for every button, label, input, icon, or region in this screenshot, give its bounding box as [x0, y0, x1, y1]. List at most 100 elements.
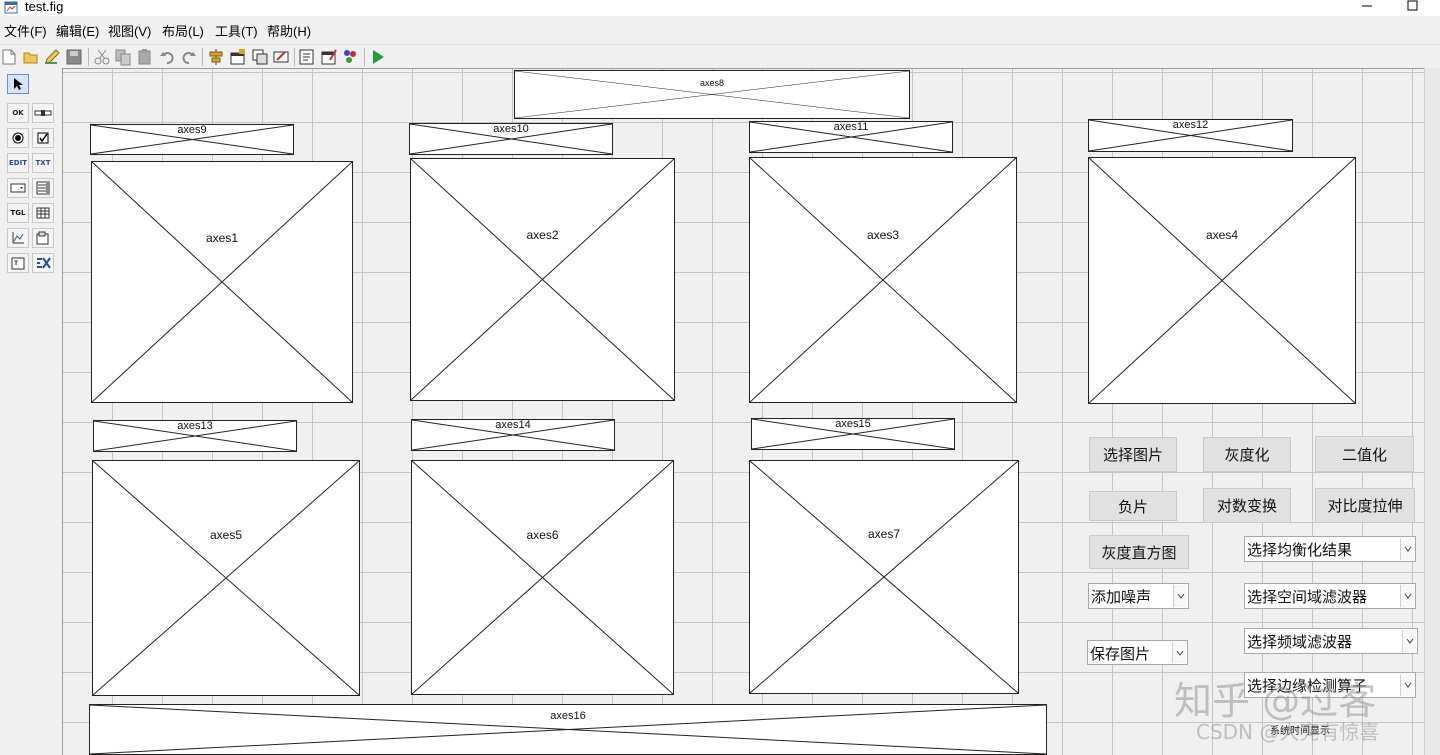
axes-icon: [12, 232, 24, 244]
equalize-result-popup[interactable]: 选择均衡化结果: [1244, 536, 1416, 562]
axes6[interactable]: axes6: [411, 460, 674, 695]
axes5[interactable]: axes5: [92, 460, 360, 696]
axes2[interactable]: axes2: [410, 158, 675, 401]
figure-file-icon: [4, 1, 18, 14]
maximize-icon[interactable]: [1402, 0, 1424, 14]
menu-file[interactable]: 文件(F): [4, 24, 47, 40]
popup-menu-icon: [10, 183, 26, 193]
static-text-tool[interactable]: TXT: [32, 153, 54, 173]
axes7[interactable]: axes7: [749, 460, 1019, 694]
axes-placeholder-cross: [750, 461, 1018, 693]
axes-placeholder-cross: [1089, 158, 1355, 403]
button-group-tool[interactable]: T: [7, 253, 29, 273]
spatial-filter-popup[interactable]: 选择空间域滤波器: [1244, 583, 1416, 609]
listbox-tool[interactable]: [32, 178, 54, 198]
axes14[interactable]: axes14: [411, 419, 615, 451]
vertical-scrollbar[interactable]: [1424, 68, 1440, 755]
table-tool[interactable]: [32, 203, 54, 223]
axes-tool[interactable]: [7, 228, 29, 248]
menu-layout[interactable]: 布局(L): [162, 24, 204, 40]
component-palette: OK EDIT TXT TGL T: [0, 68, 62, 755]
window-title: test.fig: [25, 0, 64, 14]
popup-menu-tool[interactable]: [7, 178, 29, 198]
chevron-down-icon[interactable]: [1402, 630, 1416, 652]
axes15[interactable]: axes15: [751, 418, 955, 450]
axes13[interactable]: axes13: [93, 420, 297, 452]
popup-value: 选择频域滤波器: [1247, 633, 1353, 651]
chevron-down-icon[interactable]: [1173, 585, 1187, 607]
redo-icon[interactable]: [180, 48, 198, 66]
negative-button[interactable]: 负片: [1089, 491, 1177, 521]
radio-button-tool[interactable]: [7, 128, 29, 148]
axes11[interactable]: axes11: [749, 121, 953, 153]
axes3[interactable]: axes3: [749, 157, 1017, 403]
axes-label: axes4: [1205, 228, 1239, 242]
toolbar-editor-icon[interactable]: [272, 48, 290, 66]
open-icon[interactable]: [22, 48, 40, 66]
chevron-down-icon[interactable]: [1400, 585, 1414, 607]
tab-order-icon[interactable]: [251, 48, 269, 66]
axes4[interactable]: axes4: [1088, 157, 1356, 404]
select-image-button[interactable]: 选择图片: [1089, 437, 1177, 472]
panel-tool[interactable]: [32, 228, 54, 248]
axes-label: axes7: [867, 527, 901, 541]
slider-tool[interactable]: [32, 103, 54, 123]
activex-tool[interactable]: [32, 253, 54, 273]
axes-label: axes12: [1172, 119, 1209, 131]
axes-label: axes1: [205, 231, 239, 245]
edit-text-tool[interactable]: EDIT: [7, 153, 29, 173]
log-transform-button[interactable]: 对数变换: [1203, 488, 1291, 523]
binarize-button[interactable]: 二值化: [1315, 436, 1414, 472]
slider-icon: [34, 110, 52, 116]
property-inspector-icon[interactable]: [320, 48, 338, 66]
axes1[interactable]: axes1: [91, 161, 353, 403]
button-group-icon: T: [11, 257, 25, 270]
menu-view[interactable]: 视图(V): [108, 24, 151, 40]
toolbar-separator: [294, 48, 295, 66]
minimize-icon[interactable]: [1356, 0, 1378, 14]
grayscale-button[interactable]: 灰度化: [1203, 437, 1291, 472]
run-icon[interactable]: [369, 48, 387, 66]
push-button-tool[interactable]: OK: [7, 103, 29, 123]
contrast-stretch-button[interactable]: 对比度拉伸: [1315, 488, 1415, 523]
axes-placeholder-cross: [412, 461, 673, 694]
chevron-down-icon[interactable]: [1400, 674, 1414, 696]
axes-placeholder-cross: [92, 162, 352, 402]
menu-tools[interactable]: 工具(T): [215, 24, 258, 40]
editor-icon[interactable]: [298, 48, 316, 66]
menu-bar: 文件(F) 编辑(E) 视图(V) 布局(L) 工具(T) 帮助(H): [0, 22, 1440, 42]
checkbox-tool[interactable]: [32, 128, 54, 148]
align-icon[interactable]: [207, 48, 225, 66]
menu-help[interactable]: 帮助(H): [267, 24, 311, 40]
axes10[interactable]: axes10: [409, 123, 613, 155]
axes-label: axes16: [550, 710, 586, 722]
axes-label: axes5: [209, 528, 243, 542]
gray-histogram-button[interactable]: 灰度直方图: [1089, 535, 1189, 569]
axes8[interactable]: axes8: [514, 70, 910, 119]
axes-label: axes10: [493, 123, 529, 135]
add-noise-popup[interactable]: 添加噪声: [1088, 583, 1189, 609]
new-icon[interactable]: [0, 48, 18, 66]
toolbar-separator: [364, 48, 365, 66]
chevron-down-icon[interactable]: [1172, 642, 1186, 663]
activex-icon: [37, 257, 51, 269]
copy-icon[interactable]: [114, 48, 132, 66]
menu-editor-icon[interactable]: [229, 48, 247, 66]
select-tool[interactable]: [7, 74, 29, 94]
listbox-icon: [36, 181, 50, 195]
paste-icon[interactable]: [136, 48, 154, 66]
undo-icon[interactable]: [158, 48, 176, 66]
axes16[interactable]: axes16: [89, 704, 1047, 755]
object-browser-icon[interactable]: [341, 48, 359, 66]
save-image-popup[interactable]: 保存图片: [1087, 640, 1188, 665]
save-icon[interactable]: [65, 48, 83, 66]
chevron-down-icon[interactable]: [1400, 538, 1414, 560]
axes12[interactable]: axes12: [1088, 119, 1293, 152]
frequency-filter-popup[interactable]: 选择频域滤波器: [1244, 628, 1418, 654]
toggle-button-tool[interactable]: TGL: [7, 203, 29, 223]
popup-value: 选择均衡化结果: [1247, 541, 1353, 559]
edit-icon[interactable]: [43, 48, 61, 66]
cut-icon[interactable]: [93, 48, 111, 66]
menu-edit[interactable]: 编辑(E): [56, 24, 99, 40]
axes9[interactable]: axes9: [90, 124, 294, 155]
